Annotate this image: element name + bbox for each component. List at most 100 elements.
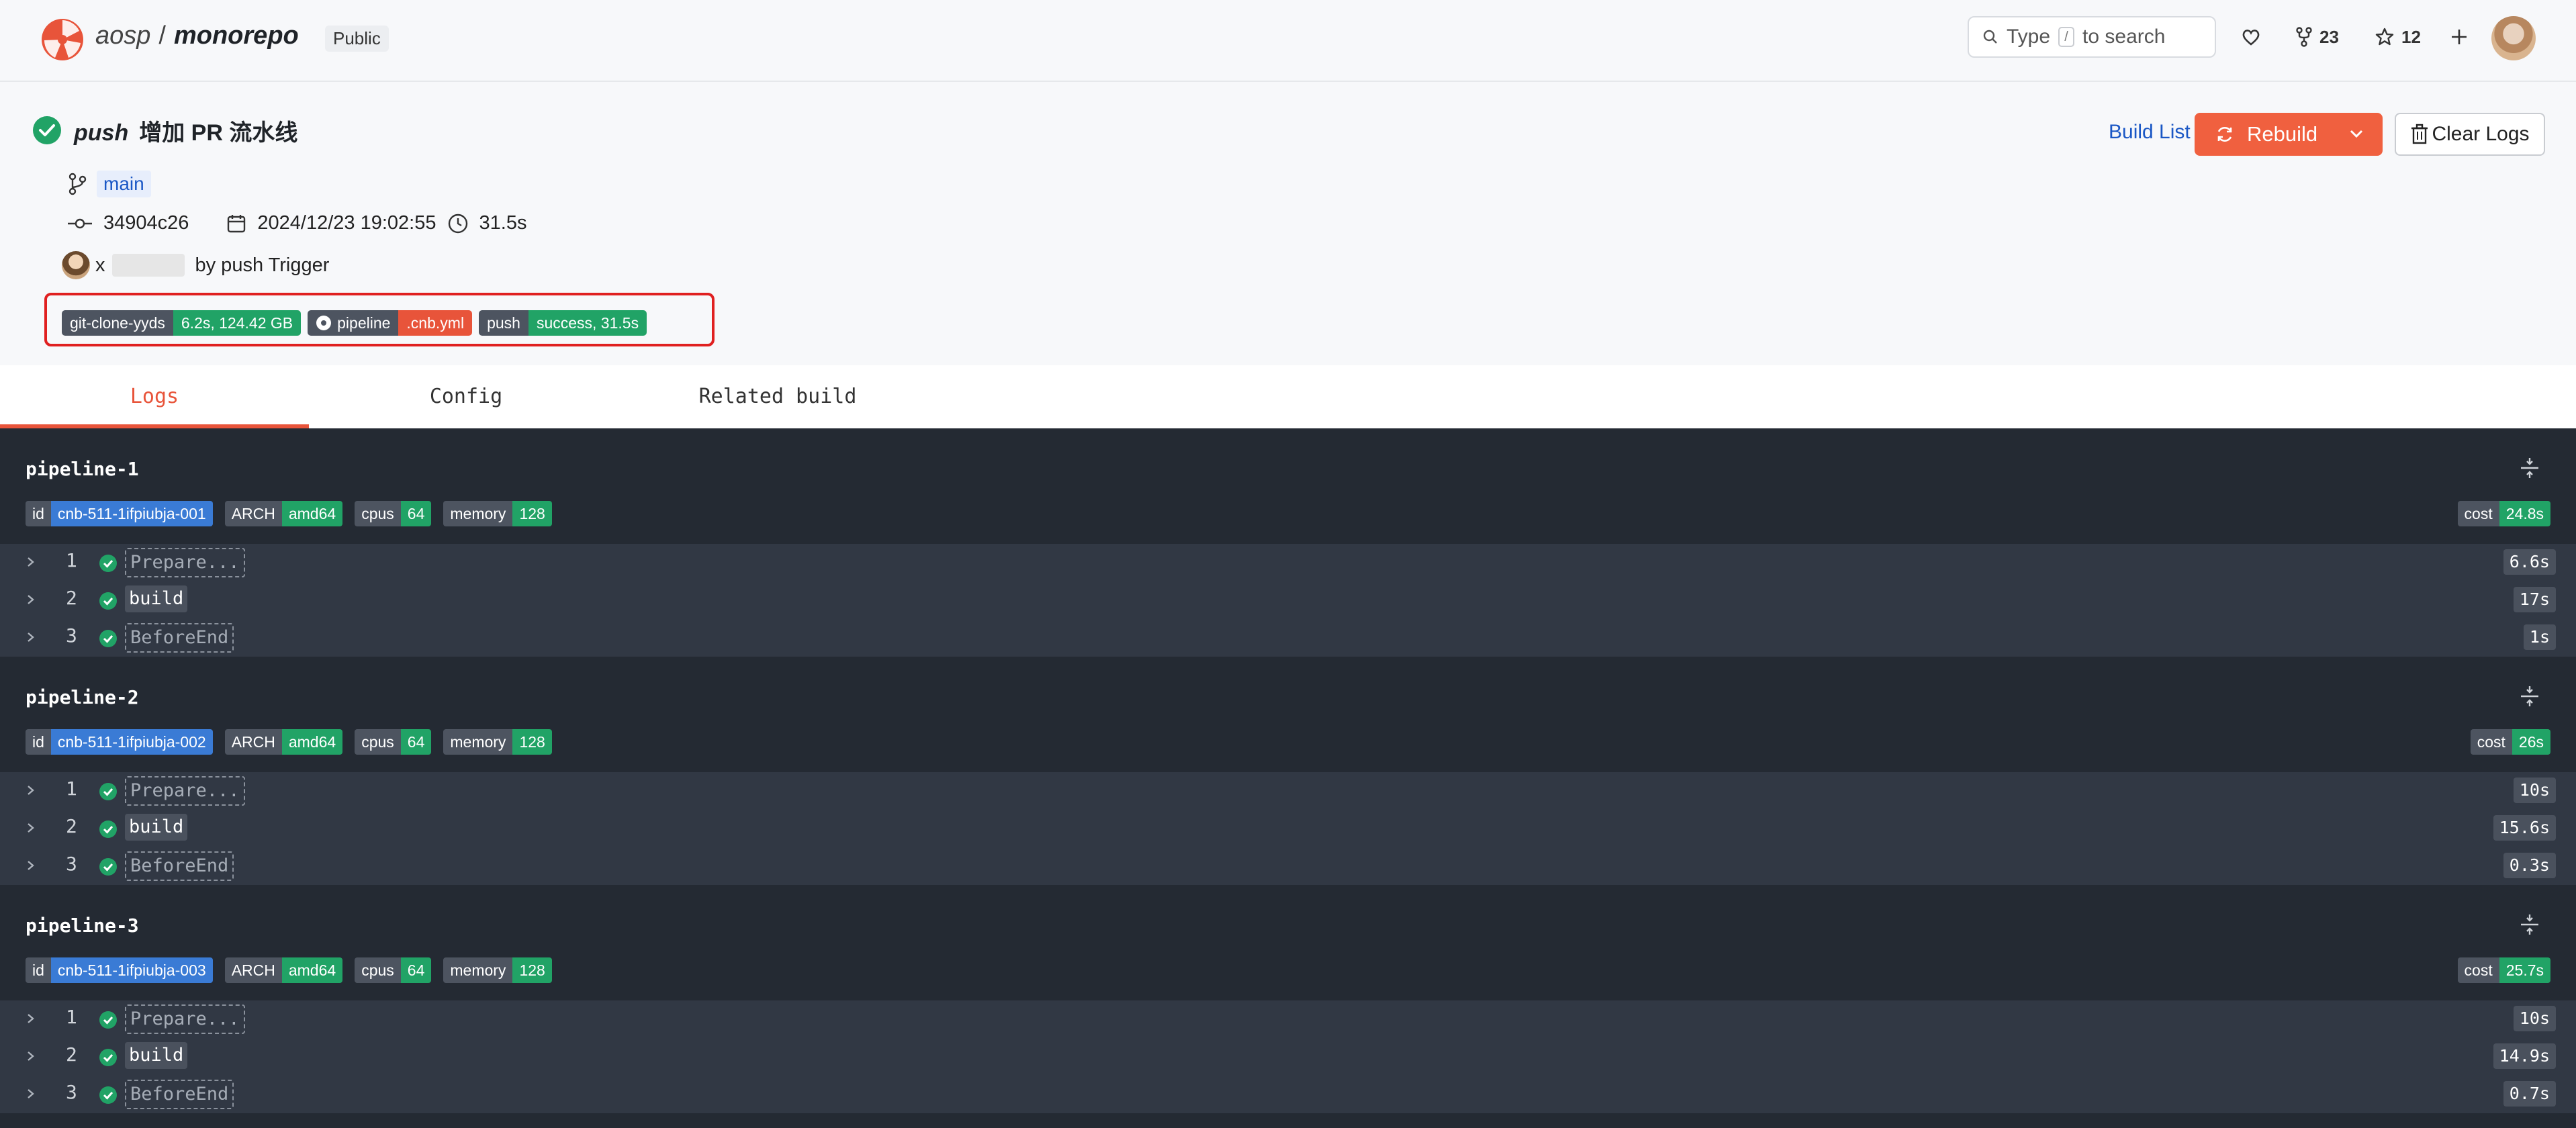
chevron-right-icon[interactable] bbox=[24, 855, 38, 876]
star-count: 12 bbox=[2401, 26, 2421, 47]
calendar-icon bbox=[228, 214, 246, 232]
collapse-icon[interactable] bbox=[2518, 457, 2541, 479]
step-row[interactable]: 1 Prepare... 10s bbox=[0, 1000, 2576, 1038]
success-check-icon bbox=[33, 116, 61, 144]
cpus-badge: cpus 64 bbox=[355, 957, 432, 983]
trigger-user-prefix[interactable]: x bbox=[95, 254, 105, 277]
step-number: 1 bbox=[66, 1006, 77, 1028]
chevron-right-icon[interactable] bbox=[24, 627, 38, 647]
search-prefix: Type bbox=[2007, 26, 2051, 48]
step-name: BeforeEnd bbox=[125, 1080, 234, 1109]
collapse-icon[interactable] bbox=[2518, 913, 2541, 936]
tab-config[interactable]: Config bbox=[309, 365, 623, 428]
step-list: 1 Prepare... 6.6s 2 build 17s 3 BeforeEn… bbox=[0, 544, 2576, 657]
memory-badge: memory 128 bbox=[443, 501, 552, 526]
step-duration: 15.6s bbox=[2493, 815, 2556, 841]
chevron-right-icon[interactable] bbox=[24, 1046, 38, 1066]
step-duration: 17s bbox=[2513, 587, 2556, 612]
build-duration: 31.5s bbox=[479, 212, 527, 234]
step-row[interactable]: 1 Prepare... 6.6s bbox=[0, 544, 2576, 581]
step-name: Prepare... bbox=[125, 776, 245, 806]
commit-icon bbox=[68, 218, 92, 228]
plus-icon bbox=[2452, 30, 2467, 44]
step-row[interactable]: 2 build 17s bbox=[0, 581, 2576, 619]
search-icon bbox=[1983, 30, 1997, 44]
heart-button[interactable] bbox=[2240, 23, 2262, 51]
repo-owner[interactable]: aosp bbox=[95, 21, 150, 50]
arch-badge: ARCH amd64 bbox=[224, 957, 343, 983]
step-name: Prepare... bbox=[125, 548, 245, 577]
success-check-icon bbox=[99, 555, 117, 572]
top-navigation-bar: aosp / monorepo Public Type / to search 23… bbox=[0, 0, 2576, 82]
redacted-username bbox=[111, 254, 185, 277]
step-name: build bbox=[125, 585, 188, 612]
badge-value: .cnb.yml bbox=[398, 310, 473, 336]
step-number: 1 bbox=[66, 549, 77, 571]
cnb-logo-icon[interactable] bbox=[40, 17, 85, 62]
step-row[interactable]: 2 build 14.9s bbox=[0, 1038, 2576, 1076]
tab-logs[interactable]: Logs bbox=[0, 365, 309, 428]
step-row[interactable]: 3 BeforeEnd 1s bbox=[0, 619, 2576, 657]
search-input[interactable]: Type / to search bbox=[1968, 16, 2216, 58]
path-separator: / bbox=[158, 21, 166, 50]
step-name: build bbox=[125, 814, 188, 841]
refresh-icon bbox=[2217, 127, 2232, 142]
chevron-right-icon[interactable] bbox=[24, 1008, 38, 1029]
rebuild-button[interactable]: Rebuild bbox=[2195, 113, 2383, 156]
id-badge: id cnb-511-1ifpiubja-003 bbox=[26, 957, 213, 983]
step-row[interactable]: 1 Prepare... 10s bbox=[0, 772, 2576, 810]
step-name: Prepare... bbox=[125, 1004, 245, 1034]
logs-panel: pipeline-1 id cnb-511-1ifpiubja-001 ARCH a… bbox=[0, 428, 2576, 1128]
step-number: 1 bbox=[66, 778, 77, 800]
chevron-right-icon[interactable] bbox=[24, 590, 38, 610]
tab-bar: Logs Config Related build bbox=[0, 365, 2576, 428]
step-row[interactable]: 3 BeforeEnd 0.3s bbox=[0, 847, 2576, 885]
step-number: 2 bbox=[66, 587, 77, 609]
step-duration: 0.3s bbox=[2503, 853, 2556, 878]
fork-count: 23 bbox=[2319, 26, 2339, 47]
memory-badge: memory 128 bbox=[443, 729, 552, 755]
cost-badge: cost 24.8s bbox=[2457, 501, 2550, 526]
step-row[interactable]: 2 build 15.6s bbox=[0, 810, 2576, 847]
trigger-user-avatar[interactable] bbox=[62, 251, 90, 279]
tab-related-build[interactable]: Related build bbox=[623, 365, 932, 428]
success-check-icon bbox=[99, 820, 117, 838]
create-new-button[interactable] bbox=[2450, 23, 2469, 51]
step-number: 3 bbox=[66, 853, 77, 875]
step-duration: 0.7s bbox=[2503, 1081, 2556, 1107]
collapse-icon[interactable] bbox=[2518, 685, 2541, 708]
search-shortcut-key: / bbox=[2058, 27, 2075, 47]
chevron-right-icon[interactable] bbox=[24, 1084, 38, 1104]
branch-tag[interactable]: main bbox=[97, 171, 151, 197]
pipeline-name: pipeline-3 bbox=[26, 914, 139, 937]
branch-row: main bbox=[67, 171, 151, 197]
build-title-text: 增加 PR 流水线 bbox=[139, 120, 298, 146]
pipeline-badges: id cnb-511-1ifpiubja-001 ARCH amd64 cpus 64… bbox=[26, 501, 552, 526]
memory-badge: memory 128 bbox=[443, 957, 552, 983]
build-list-link[interactable]: Build List bbox=[2109, 121, 2191, 144]
id-badge: id cnb-511-1ifpiubja-001 bbox=[26, 501, 213, 526]
step-duration: 6.6s bbox=[2503, 549, 2556, 575]
pipeline-file-badge[interactable]: pipeline .cnb.yml bbox=[308, 310, 473, 336]
step-name: BeforeEnd bbox=[125, 623, 234, 653]
step-number: 3 bbox=[66, 624, 77, 647]
chevron-right-icon[interactable] bbox=[24, 818, 38, 838]
step-name: BeforeEnd bbox=[125, 851, 234, 881]
success-check-icon bbox=[99, 1049, 117, 1066]
pipeline-badges: id cnb-511-1ifpiubja-002 ARCH amd64 cpus 64… bbox=[26, 729, 552, 755]
repo-path[interactable]: aosp / monorepo bbox=[95, 21, 299, 50]
chevron-right-icon[interactable] bbox=[24, 780, 38, 800]
chevron-down-icon[interactable] bbox=[2348, 125, 2365, 142]
fork-button[interactable]: 23 bbox=[2295, 23, 2339, 51]
arch-badge: ARCH amd64 bbox=[224, 501, 343, 526]
repo-name[interactable]: monorepo bbox=[174, 21, 299, 50]
success-check-icon bbox=[99, 1011, 117, 1029]
clock-icon bbox=[448, 214, 467, 233]
pipeline-name: pipeline-1 bbox=[26, 458, 139, 480]
clear-logs-button[interactable]: Clear Logs bbox=[2395, 113, 2545, 156]
commit-sha[interactable]: 34904c26 bbox=[103, 212, 189, 234]
star-button[interactable]: 12 bbox=[2375, 23, 2421, 51]
step-row[interactable]: 3 BeforeEnd 0.7s bbox=[0, 1076, 2576, 1113]
chevron-right-icon[interactable] bbox=[24, 552, 38, 572]
user-avatar[interactable] bbox=[2491, 16, 2536, 60]
